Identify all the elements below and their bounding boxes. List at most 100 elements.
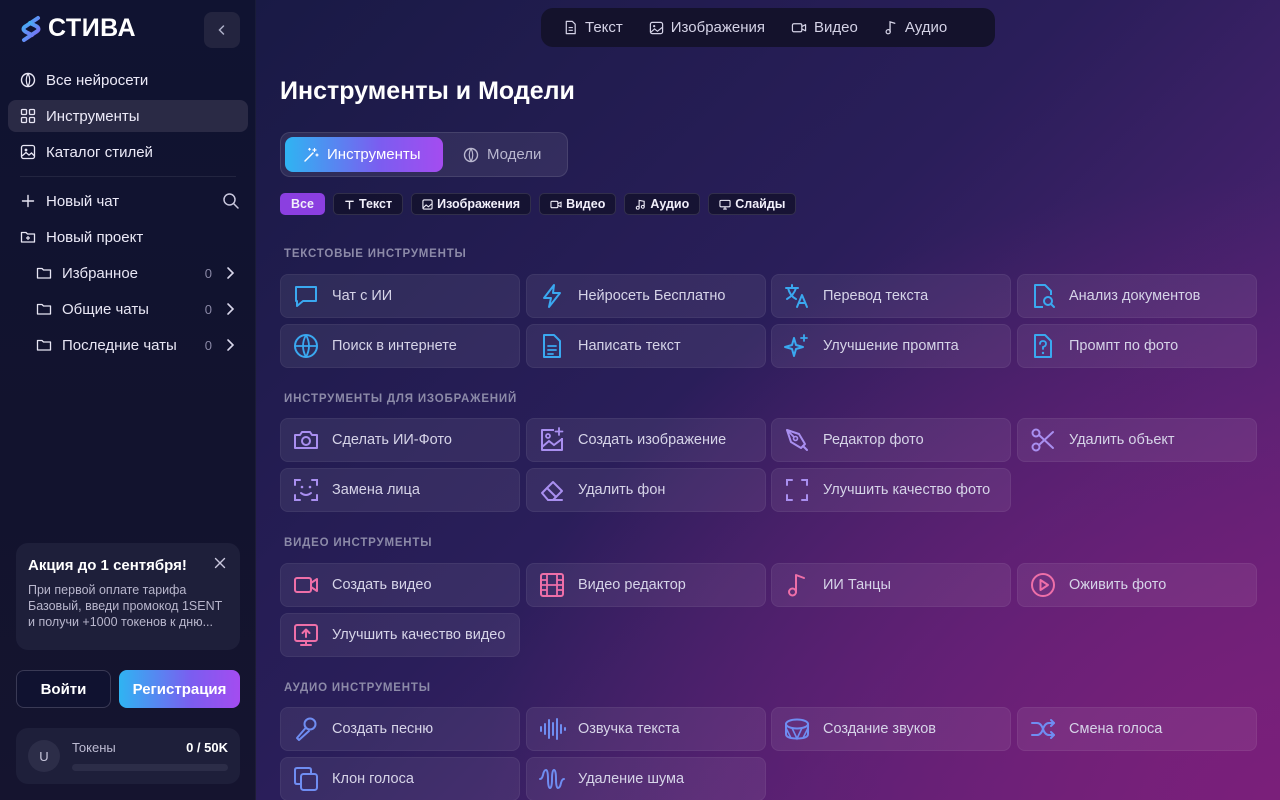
tool-label: Промпт по фото <box>1069 338 1179 354</box>
tokens-progress-bar <box>72 764 228 771</box>
folder-count: 0 <box>204 265 212 281</box>
brand-name: СТИВА <box>48 14 137 42</box>
sidebar-item-all-models[interactable]: Все нейросети <box>8 64 248 96</box>
video-icon <box>550 200 562 208</box>
tool-enhance-video[interactable]: Улучшить качество видео <box>280 613 520 657</box>
sidebar-item-style-catalog[interactable]: Каталог стилей <box>8 136 248 168</box>
tool-label: Улучшить качество видео <box>332 627 506 643</box>
mode-tools-button[interactable]: Инструменты <box>285 137 443 172</box>
filter-all[interactable]: Все <box>280 193 325 215</box>
folder-recent-chats[interactable]: Последние чаты 0 <box>24 329 248 361</box>
filter-label: Все <box>291 197 314 211</box>
tool-ai-photo[interactable]: Сделать ИИ-Фото <box>280 418 520 462</box>
tokens-value: 0 / 50K <box>186 740 228 755</box>
folder-label: Последние чаты <box>62 336 177 354</box>
chevron-right-icon[interactable] <box>224 338 236 352</box>
tool-web-search[interactable]: Поиск в интернете <box>280 324 520 368</box>
new-project-button[interactable]: Новый проект <box>8 221 248 253</box>
mode-models-button[interactable]: Модели <box>463 137 541 172</box>
login-button[interactable]: Войти <box>16 670 111 708</box>
top-tab-label: Аудио <box>904 19 948 36</box>
promo-title: Акция до 1 сентября! <box>28 557 187 574</box>
tool-create-song[interactable]: Создать песню <box>280 707 520 751</box>
folder-count: 0 <box>204 337 212 353</box>
tool-label: Написать текст <box>578 338 681 354</box>
document-question-icon <box>1034 334 1052 358</box>
tool-remove-background[interactable]: Удалить фон <box>526 468 766 512</box>
section-title-text-tools: ТЕКСТОВЫЕ ИНСТРУМЕНТЫ <box>284 248 467 260</box>
filter-slides[interactable]: Слайды <box>708 193 797 215</box>
tool-chat-ai[interactable]: Чат с ИИ <box>280 274 520 318</box>
top-tab-video[interactable]: Видео <box>783 19 876 36</box>
section-title-image-tools: ИНСТРУМЕНТЫ ДЛЯ ИЗОБРАЖЕНИЙ <box>284 393 518 405</box>
chevron-right-icon[interactable] <box>224 266 236 280</box>
image-icon <box>422 198 433 210</box>
filter-images[interactable]: Изображения <box>411 193 532 215</box>
eraser-icon <box>541 481 563 501</box>
tool-label: Анализ документов <box>1069 288 1201 304</box>
video-icon <box>791 23 807 33</box>
tool-label: Удалить объект <box>1069 432 1175 448</box>
tool-ai-dance[interactable]: ИИ Танцы <box>771 563 1011 607</box>
tool-photo-editor[interactable]: Редактор фото <box>771 418 1011 462</box>
top-tab-audio[interactable]: Аудио <box>876 19 965 36</box>
tool-sound-creation[interactable]: Создание звуков <box>771 707 1011 751</box>
document-search-icon <box>1034 284 1055 308</box>
close-icon[interactable] <box>214 557 226 569</box>
divider <box>20 176 236 177</box>
tool-label: Создать видео <box>332 577 432 593</box>
magic-wand-icon <box>304 147 319 162</box>
top-tab-images[interactable]: Изображения <box>641 19 783 36</box>
top-tab-text[interactable]: Текст <box>555 19 641 36</box>
sidebar: СТИВА Все нейросети Инструменты Каталог … <box>0 0 256 800</box>
tool-text-to-speech[interactable]: Озвучка текста <box>526 707 766 751</box>
filter-label: Текст <box>358 197 393 211</box>
tool-video-editor[interactable]: Видео редактор <box>526 563 766 607</box>
new-chat-button[interactable]: Новый чат <box>8 185 248 217</box>
tool-label: Чат с ИИ <box>332 288 393 304</box>
microphone-icon <box>296 717 317 741</box>
tool-voice-change[interactable]: Смена голоса <box>1017 707 1257 751</box>
tool-remove-object[interactable]: Удалить объект <box>1017 418 1257 462</box>
folder-shared-chats[interactable]: Общие чаты 0 <box>24 293 248 325</box>
filter-audio[interactable]: Аудио <box>624 193 701 215</box>
tool-label: Клон голоса <box>332 771 414 787</box>
folder-icon <box>36 303 52 315</box>
globe-icon <box>294 334 318 358</box>
section-title-video-tools: ВИДЕО ИНСТРУМЕНТЫ <box>284 537 433 549</box>
sidebar-item-tools[interactable]: Инструменты <box>8 100 248 132</box>
pen-tool-icon <box>786 429 808 451</box>
avatar[interactable]: U <box>28 740 60 772</box>
filter-video[interactable]: Видео <box>539 193 617 215</box>
tool-prompt-from-photo[interactable]: Промпт по фото <box>1017 324 1257 368</box>
camera-icon <box>294 431 318 449</box>
tool-face-swap[interactable]: Замена лица <box>280 468 520 512</box>
chevron-right-icon[interactable] <box>224 302 236 316</box>
film-icon <box>540 573 564 597</box>
tool-enhance-photo[interactable]: Улучшить качество фото <box>771 468 1011 512</box>
tool-noise-removal[interactable]: Удаление шума <box>526 757 766 800</box>
logo[interactable]: СТИВА <box>18 14 136 43</box>
video-camera-icon <box>294 577 318 593</box>
tool-animate-photo[interactable]: Оживить фото <box>1017 563 1257 607</box>
tool-translate[interactable]: Перевод текста <box>771 274 1011 318</box>
tool-write-text[interactable]: Написать текст <box>526 324 766 368</box>
filter-chips: Все Текст Изображения Видео Аудио Слайды <box>280 193 797 215</box>
tool-label: Сделать ИИ-Фото <box>332 432 452 448</box>
search-icon[interactable] <box>222 192 240 210</box>
tool-free-ai[interactable]: Нейросеть Бесплатно <box>526 274 766 318</box>
tool-doc-analysis[interactable]: Анализ документов <box>1017 274 1257 318</box>
collapse-sidebar-button[interactable] <box>204 12 240 48</box>
tool-voice-clone[interactable]: Клон голоса <box>280 757 520 800</box>
sidebar-item-label: Каталог стилей <box>46 143 153 161</box>
audio-wave-icon <box>540 718 566 740</box>
register-button[interactable]: Регистрация <box>119 670 240 708</box>
tool-create-video[interactable]: Создать видео <box>280 563 520 607</box>
folder-favorites[interactable]: Избранное 0 <box>24 257 248 289</box>
tool-prompt-improve[interactable]: Улучшение промпта <box>771 324 1011 368</box>
tool-label: Нейросеть Бесплатно <box>578 288 726 304</box>
folder-icon <box>36 267 52 279</box>
filter-text[interactable]: Текст <box>332 193 404 215</box>
chevron-left-icon <box>218 25 225 35</box>
tool-create-image[interactable]: Создать изображение <box>526 418 766 462</box>
